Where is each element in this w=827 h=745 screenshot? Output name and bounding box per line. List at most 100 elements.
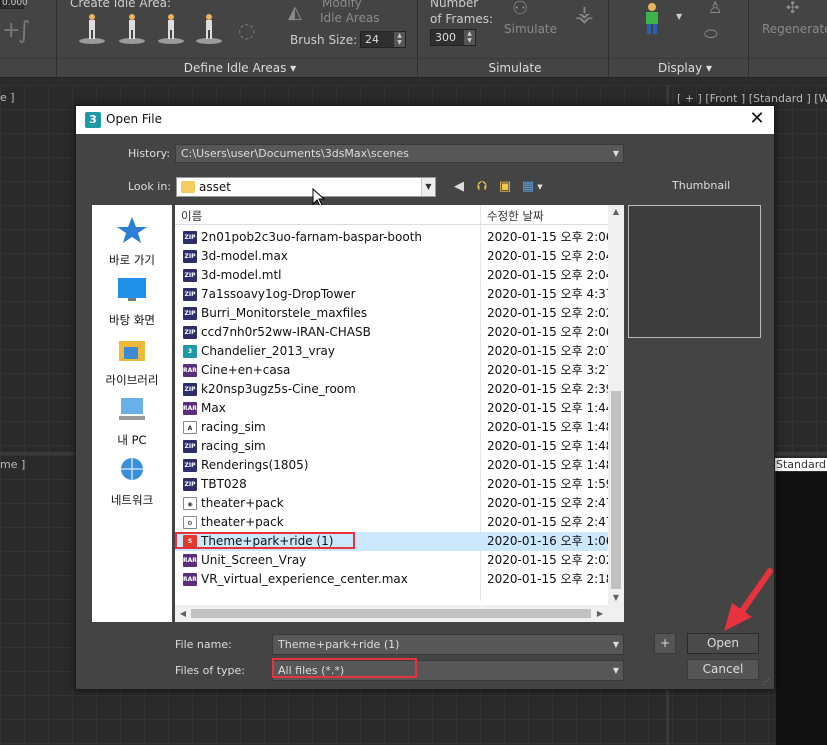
place-quick-access[interactable]: 바로 가기: [92, 215, 172, 268]
file-row[interactable]: 3 Chandelier_2013_vray 2020-01-15 오후 2:07: [175, 342, 613, 361]
idle-figure-icon-2[interactable]: [116, 10, 150, 46]
file-name: Theme+park+ride (1): [201, 534, 334, 548]
file-name: theater+pack: [201, 496, 284, 510]
chevron-down-icon[interactable]: ▼: [535, 178, 545, 196]
file-type-icon: ZIP: [183, 459, 197, 472]
place-libraries[interactable]: 라이브러리: [92, 335, 172, 388]
file-date: 2020-01-15 오후 2:06: [487, 230, 614, 244]
chevron-down-icon[interactable]: ▼: [609, 661, 623, 680]
viewport-dark-area: [776, 472, 827, 745]
scroll-up-icon[interactable]: ▲: [608, 205, 624, 219]
place-this-pc[interactable]: 내 PC: [92, 395, 172, 448]
file-row[interactable]: ZIP 2n01pob2c3uo-farnam-baspar-booth 2020-…: [175, 228, 613, 247]
network-icon: [121, 458, 143, 480]
viewport-left-label[interactable]: e ]: [0, 91, 15, 104]
chevron-down-icon[interactable]: ▼: [609, 635, 623, 654]
file-row[interactable]: RAR VR_virtual_experience_center.max 2020-…: [175, 570, 613, 589]
viewport-front-label[interactable]: [ + ] [Front ] [Standard ] [Wire: [677, 92, 827, 105]
file-row[interactable]: ZIP 7a1ssoavy1og-DropTower 2020-01-15 오후 4…: [175, 285, 613, 304]
desktop-icon: [118, 278, 146, 301]
plus-button[interactable]: +: [654, 633, 676, 654]
scroll-down-icon[interactable]: ▼: [608, 591, 624, 605]
idle-figure-icon-4[interactable]: [193, 10, 227, 46]
horizontal-scrollbar[interactable]: ◀ ▶: [175, 605, 608, 622]
history-value: C:\Users\user\Documents\3dsMax\scenes: [181, 147, 409, 160]
spinner-arrows-icon[interactable]: ▲ ▼: [394, 32, 405, 47]
file-row[interactable]: ◉ theater+pack 2020-01-15 오후 2:47: [175, 494, 613, 513]
group-display[interactable]: Display ▾: [640, 59, 730, 77]
file-row[interactable]: RAR Cine+en+casa 2020-01-15 오후 3:27: [175, 361, 613, 380]
file-type-icon: 3: [183, 345, 197, 358]
file-row[interactable]: ZIP Renderings(1805) 2020-01-15 오후 1:48: [175, 456, 613, 475]
vertical-scrollbar[interactable]: ▲ ▼: [608, 205, 624, 605]
tool-icon-b[interactable]: ∫: [18, 16, 31, 44]
viewport-bottom-right-label[interactable]: Standard ]: [774, 458, 827, 471]
ribbon-separator: [748, 0, 749, 78]
file-row[interactable]: ZIP Burri_Monitorstele_maxfiles 2020-01-15…: [175, 304, 613, 323]
viewport-bottom-left-label[interactable]: me ]: [0, 458, 25, 471]
file-type-icon: ZIP: [183, 478, 197, 491]
resize-grip-icon[interactable]: ⋰: [762, 677, 772, 687]
places-bar: 바로 가기 바탕 화면 라이브러리 내 PC 네트워크: [92, 205, 172, 622]
chevron-down-icon[interactable]: ▼: [421, 178, 435, 196]
file-row[interactable]: ZIP racing_sim 2020-01-15 오후 1:48: [175, 437, 613, 456]
group-define-idle[interactable]: Define Idle Areas ▾: [150, 59, 330, 77]
place-network[interactable]: 네트워크: [92, 455, 172, 508]
up-folder-icon[interactable]: ⮉: [473, 178, 491, 196]
file-list[interactable]: 이름 수정한 날짜 ZIP 2n01pob2c3uo-farnam-baspar-…: [175, 205, 624, 622]
ribbon-separator: [56, 0, 57, 78]
column-name-header[interactable]: 이름: [181, 208, 202, 224]
regenerate-button[interactable]: Regenerate: [762, 22, 827, 36]
simulate-icon[interactable]: ⚇: [512, 0, 528, 19]
frames-label-1: Number: [430, 0, 479, 10]
simulate-button[interactable]: Simulate: [504, 22, 557, 36]
filetype-combo[interactable]: All files (*.*) ▼: [272, 660, 624, 681]
display-ellipse-icon[interactable]: ⬭: [704, 24, 718, 44]
file-row[interactable]: ZIP 3d-model.mtl 2020-01-15 오후 2:04: [175, 266, 613, 285]
file-row[interactable]: RAR Unit_Screen_Vray 2020-01-15 오후 2:02: [175, 551, 613, 570]
column-date-header[interactable]: 수정한 날짜: [487, 208, 544, 224]
file-row[interactable]: ⚙ theater+pack 2020-01-15 오후 2:47: [175, 513, 613, 532]
lasso-icon[interactable]: ◌: [238, 18, 255, 42]
file-row[interactable]: ZIP k20nsp3ugz5s-Cine_room 2020-01-15 오후 2…: [175, 380, 613, 399]
scroll-right-icon[interactable]: ▶: [592, 605, 608, 622]
file-name: Renderings(1805): [201, 458, 309, 472]
display-figure-icon[interactable]: [640, 2, 664, 36]
simulate-extra-icon[interactable]: ⚶: [575, 2, 594, 27]
display-dropdown-icon[interactable]: ▼: [676, 12, 682, 21]
file-name: 2n01pob2c3uo-farnam-baspar-booth: [201, 230, 423, 244]
new-folder-icon[interactable]: ▣: [496, 178, 514, 196]
idle-figure-icon-3[interactable]: [155, 10, 189, 46]
file-row[interactable]: S Theme+park+ride (1) 2020-01-16 오후 1:06: [175, 532, 613, 551]
cancel-button[interactable]: Cancel: [687, 659, 759, 680]
history-combo[interactable]: C:\Users\user\Documents\3dsMax\scenes ▼: [175, 144, 624, 163]
regenerate-icon[interactable]: ✣: [786, 0, 799, 17]
back-arrow-icon[interactable]: ◀: [450, 178, 468, 196]
file-date: 2020-01-15 오후 1:48: [487, 439, 614, 453]
file-row[interactable]: Aracing_sim 2020-01-15 오후 1:48: [175, 418, 613, 437]
file-row[interactable]: ZIP ccd7nh0r52ww-IRAN-CHASB 2020-01-15 오후 …: [175, 323, 613, 342]
lookin-combo[interactable]: asset ▼: [176, 177, 436, 197]
filename-combo[interactable]: Theme+park+ride (1) ▼: [272, 634, 624, 655]
scroll-thumb[interactable]: [191, 609, 591, 618]
file-row[interactable]: ZIP 3d-model.max 2020-01-15 오후 2:04: [175, 247, 613, 266]
scroll-left-icon[interactable]: ◀: [175, 605, 191, 622]
place-desktop[interactable]: 바탕 화면: [92, 275, 172, 328]
file-row[interactable]: RAR Max 2020-01-15 오후 1:44: [175, 399, 613, 418]
close-icon[interactable]: ✕: [740, 106, 774, 134]
modify-idle-icon[interactable]: ◭: [288, 2, 302, 23]
open-button[interactable]: Open: [687, 633, 759, 654]
file-name: Unit_Screen_Vray: [201, 553, 307, 567]
display-figure-outline-icon[interactable]: ♙: [708, 0, 722, 17]
brush-size-spinner[interactable]: 24 ▲ ▼: [360, 31, 406, 48]
chevron-down-icon[interactable]: ▼: [609, 145, 623, 162]
top-left-spinner[interactable]: 0.000: [0, 0, 28, 9]
spinner-arrows-icon[interactable]: ▲ ▼: [464, 30, 475, 45]
file-row[interactable]: ZIP TBT028 2020-01-15 오후 1:59: [175, 475, 613, 494]
frames-spinner[interactable]: 300 ▲ ▼: [430, 29, 476, 46]
file-name: racing_sim: [201, 420, 266, 434]
scroll-thumb[interactable]: [611, 391, 621, 589]
file-date: 2020-01-15 오후 2:02: [487, 306, 614, 320]
dialog-titlebar[interactable]: 3 Open File ✕: [76, 106, 774, 134]
idle-figure-icon-1[interactable]: [76, 10, 110, 46]
